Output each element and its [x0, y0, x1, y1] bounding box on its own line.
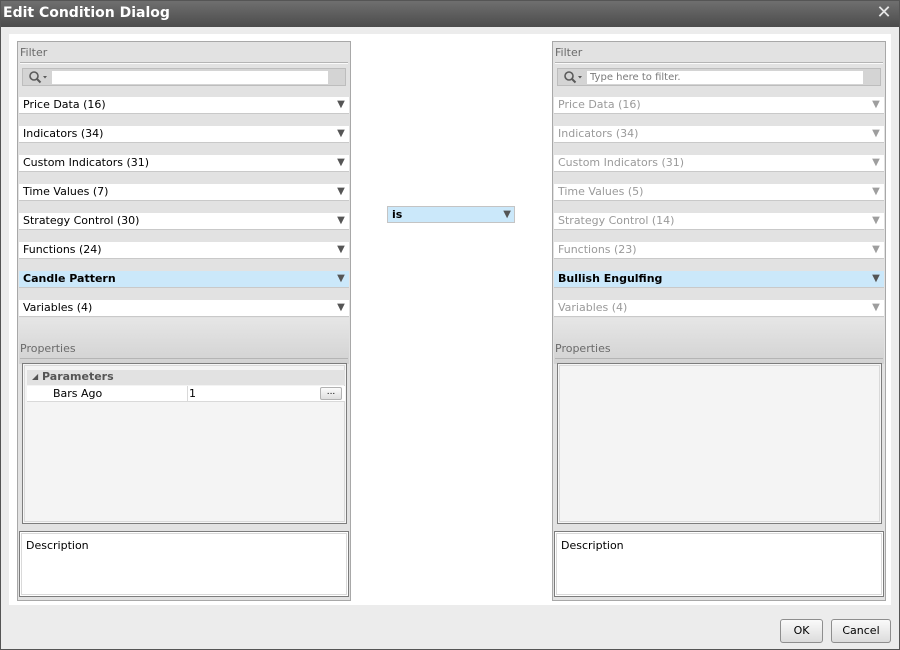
- category-combo-functions[interactable]: Functions (24) ▼: [19, 242, 349, 259]
- property-grid[interactable]: [557, 363, 882, 524]
- category-combo-strategy-control[interactable]: Strategy Control (14) ▼: [554, 213, 884, 230]
- combo-label: Functions (23): [558, 243, 637, 256]
- combo-label: Custom Indicators (31): [558, 156, 685, 169]
- filter-box: [22, 68, 346, 86]
- description-body: Description: [21, 533, 347, 595]
- category-combo-functions[interactable]: Functions (23) ▼: [554, 242, 884, 259]
- combo-label: Time Values (5): [558, 185, 644, 198]
- category-combo-variables[interactable]: Variables (4) ▼: [554, 300, 884, 317]
- dropdown-arrow-icon[interactable]: ▼: [336, 126, 346, 142]
- properties-separator: [20, 358, 348, 359]
- ellipsis-button[interactable]: ...: [320, 387, 342, 400]
- category-combo-candle-pattern[interactable]: Candle Pattern ▼: [19, 271, 349, 288]
- description-label: Description: [561, 539, 624, 552]
- filter-separator-highlight: [555, 63, 883, 64]
- dialog-content: Filter Price Data (16) ▼ Indicators (34)…: [9, 34, 891, 605]
- ok-button[interactable]: OK: [780, 619, 823, 643]
- combo-label: Functions (24): [23, 243, 102, 256]
- property-grid-body: [559, 365, 880, 522]
- property-row-bars-ago[interactable]: Bars Ago 1 ...: [27, 386, 345, 402]
- category-combo-time-values[interactable]: Time Values (5) ▼: [554, 184, 884, 201]
- search-icon[interactable]: [563, 70, 585, 84]
- dropdown-arrow-icon[interactable]: ▼: [336, 155, 346, 171]
- description-box: Description: [19, 531, 349, 597]
- dropdown-arrow-icon[interactable]: ▼: [503, 207, 511, 222]
- combo-label: Variables (4): [23, 301, 93, 314]
- operator-combo[interactable]: is ▼: [387, 206, 515, 223]
- parameters-category-row[interactable]: ◢ Parameters: [27, 370, 345, 385]
- category-combo-strategy-control[interactable]: Strategy Control (30) ▼: [19, 213, 349, 230]
- cancel-button[interactable]: Cancel: [831, 619, 891, 643]
- category-combo-bullish-engulfing[interactable]: Bullish Engulfing ▼: [554, 271, 884, 288]
- dropdown-arrow-icon[interactable]: ▼: [871, 300, 881, 316]
- description-body: Description: [556, 533, 882, 595]
- combo-label: Time Values (7): [23, 185, 109, 198]
- combo-label: Bullish Engulfing: [558, 272, 663, 285]
- category-combo-price-data[interactable]: Price Data (16) ▼: [19, 97, 349, 114]
- filter-box: [557, 68, 881, 86]
- filter-label: Filter: [20, 46, 48, 59]
- property-grid[interactable]: ◢ Parameters Bars Ago 1 ...: [22, 363, 347, 524]
- dropdown-arrow-icon[interactable]: ▼: [871, 155, 881, 171]
- parameters-category-label: Parameters: [42, 370, 114, 383]
- edit-condition-dialog: Edit Condition Dialog ✕ Filter Price Dat…: [0, 0, 900, 650]
- dropdown-arrow-icon[interactable]: ▼: [871, 271, 881, 287]
- category-combo-custom-indicators[interactable]: Custom Indicators (31) ▼: [19, 155, 349, 172]
- combo-label: Indicators (34): [23, 127, 104, 140]
- combo-label: Candle Pattern: [23, 272, 116, 285]
- category-combo-indicators[interactable]: Indicators (34) ▼: [554, 126, 884, 143]
- combo-label: Strategy Control (30): [23, 214, 140, 227]
- dropdown-arrow-icon[interactable]: ▼: [336, 97, 346, 113]
- combo-label: Price Data (16): [23, 98, 106, 111]
- filter-label: Filter: [555, 46, 583, 59]
- dialog-title: Edit Condition Dialog: [3, 5, 170, 21]
- dropdown-arrow-icon[interactable]: ▼: [336, 242, 346, 258]
- dropdown-arrow-icon[interactable]: ▼: [871, 213, 881, 229]
- dropdown-arrow-icon[interactable]: ▼: [871, 126, 881, 142]
- category-combo-custom-indicators[interactable]: Custom Indicators (31) ▼: [554, 155, 884, 172]
- collapse-triangle-icon[interactable]: ◢: [32, 372, 38, 381]
- property-name: Bars Ago: [53, 387, 103, 400]
- right-operand-panel: Filter Price Data (16) ▼ Indicators (34)…: [552, 41, 886, 601]
- property-grid-body: ◢ Parameters Bars Ago 1 ...: [24, 365, 345, 522]
- dropdown-arrow-icon[interactable]: ▼: [336, 271, 346, 287]
- combo-label: Price Data (16): [558, 98, 641, 111]
- dropdown-arrow-icon[interactable]: ▼: [336, 213, 346, 229]
- operator-value: is: [392, 208, 403, 221]
- category-combo-price-data[interactable]: Price Data (16) ▼: [554, 97, 884, 114]
- close-icon[interactable]: ✕: [875, 3, 893, 23]
- combo-label: Custom Indicators (31): [23, 156, 150, 169]
- properties-separator: [555, 358, 883, 359]
- properties-label: Properties: [555, 342, 611, 355]
- dropdown-arrow-icon[interactable]: ▼: [336, 184, 346, 200]
- combo-label: Variables (4): [558, 301, 628, 314]
- properties-label: Properties: [20, 342, 76, 355]
- filter-input[interactable]: [587, 71, 863, 84]
- property-value[interactable]: 1: [189, 387, 196, 400]
- combo-label: Indicators (34): [558, 127, 639, 140]
- dropdown-arrow-icon[interactable]: ▼: [336, 300, 346, 316]
- filter-input[interactable]: [52, 71, 328, 84]
- combo-label: Strategy Control (14): [558, 214, 675, 227]
- category-combo-variables[interactable]: Variables (4) ▼: [19, 300, 349, 317]
- column-divider: [187, 386, 188, 401]
- description-label: Description: [26, 539, 89, 552]
- filter-separator-highlight: [20, 63, 348, 64]
- dropdown-arrow-icon[interactable]: ▼: [871, 242, 881, 258]
- category-combo-time-values[interactable]: Time Values (7) ▼: [19, 184, 349, 201]
- dropdown-arrow-icon[interactable]: ▼: [871, 184, 881, 200]
- search-icon[interactable]: [28, 70, 50, 84]
- category-combo-indicators[interactable]: Indicators (34) ▼: [19, 126, 349, 143]
- description-box: Description: [554, 531, 884, 597]
- dropdown-arrow-icon[interactable]: ▼: [871, 97, 881, 113]
- title-bar[interactable]: Edit Condition Dialog ✕: [1, 1, 899, 27]
- left-operand-panel: Filter Price Data (16) ▼ Indicators (34)…: [17, 41, 351, 601]
